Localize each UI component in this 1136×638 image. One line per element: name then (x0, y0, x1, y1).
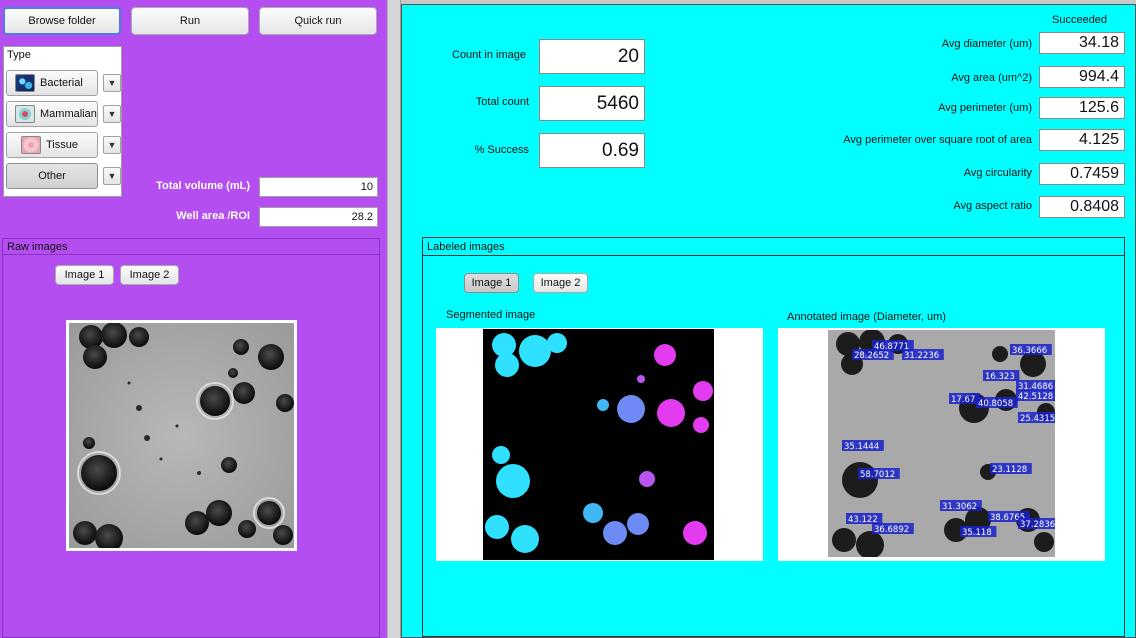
raw-image-frame (66, 320, 297, 552)
annotation-label: 35.118 (962, 528, 992, 538)
annotation-label: 28.2652 (854, 351, 889, 361)
avg-perimeter-label: Avg perimeter (um) (938, 102, 1032, 114)
mammalian-cell-thumbnail-icon (15, 105, 35, 123)
type-panel: Type Bacterial ▼ Mammalian ▼ Tissue ▼ Ot… (3, 46, 122, 197)
avg-area-value: 994.4 (1039, 66, 1125, 88)
total-count-label: Total count (475, 96, 529, 108)
total-volume-input[interactable]: 10 (259, 177, 378, 197)
labeled-images-divider (423, 255, 1124, 256)
type-tissue-button[interactable]: Tissue (6, 132, 98, 158)
type-mammalian-dropdown-arrow-icon[interactable]: ▼ (103, 105, 121, 123)
well-area-input[interactable]: 28.2 (259, 207, 378, 227)
segmented-image (483, 329, 714, 560)
labeled-image-1-tab[interactable]: Image 1 (464, 273, 519, 293)
avg-perimeter-value: 125.6 (1039, 97, 1125, 119)
annotation-label: 42.5128 (1018, 392, 1053, 402)
type-bacterial-dropdown-arrow-icon[interactable]: ▼ (103, 74, 121, 92)
annotation-label: 31.3062 (942, 502, 977, 512)
browse-folder-button[interactable]: Browse folder (3, 7, 121, 35)
panel-splitter[interactable] (387, 0, 401, 638)
annotation-label: 36.3666 (1012, 346, 1047, 356)
labeled-images-panel: Labeled images Image 1 Image 2 Segmented… (422, 237, 1125, 637)
avg-circularity-label: Avg circularity (963, 167, 1032, 179)
raw-image-1-tab[interactable]: Image 1 (55, 265, 114, 285)
type-row-bacterial: Bacterial ▼ (6, 70, 121, 96)
type-tissue-label: Tissue (46, 139, 78, 151)
labeled-images-title: Labeled images (427, 241, 505, 253)
type-bacterial-button[interactable]: Bacterial (6, 70, 98, 96)
annotation-label: 40.8058 (978, 399, 1013, 409)
annotated-image-title: Annotated image (Diameter, um) (787, 311, 946, 323)
type-tissue-dropdown-arrow-icon[interactable]: ▼ (103, 136, 121, 154)
type-mammalian-label: Mammalian (40, 108, 97, 120)
avg-perimeter-sqrt-area-label: Avg perimeter over square root of area (843, 134, 1032, 146)
type-bacterial-label: Bacterial (40, 77, 83, 89)
type-row-tissue: Tissue ▼ (6, 132, 121, 158)
control-panel: Browse folder Run Quick run Type Bacteri… (0, 0, 387, 638)
avg-diameter-value: 34.18 (1039, 32, 1125, 54)
percent-success-value: 0.69 (539, 133, 645, 168)
avg-perimeter-sqrt-area-value: 4.125 (1039, 129, 1125, 151)
segmented-image-box (436, 328, 763, 561)
count-in-image-value: 20 (539, 39, 645, 74)
well-area-label: Well area /ROI (176, 210, 250, 222)
raw-images-divider (3, 254, 379, 255)
percent-success-label: % Success (474, 144, 529, 156)
annotated-image-box: 46.8771 28.2652 31.2236 36.3666 16.323 31.468… (778, 328, 1105, 561)
type-panel-title: Type (7, 49, 31, 61)
avg-area-label: Avg area (um^2) (951, 72, 1032, 84)
total-count-value: 5460 (539, 86, 645, 121)
type-mammalian-button[interactable]: Mammalian (6, 101, 98, 127)
annotation-label: 37.2836 (1020, 520, 1055, 530)
raw-microscopy-image (69, 322, 294, 552)
annotation-label: 36.6892 (874, 525, 909, 535)
annotation-label: 23.1128 (992, 465, 1027, 475)
total-volume-label: Total volume (mL) (156, 180, 250, 192)
labeled-image-2-tab[interactable]: Image 2 (533, 273, 588, 293)
type-other-button[interactable]: Other (6, 163, 98, 189)
run-button[interactable]: Run (131, 7, 249, 35)
avg-aspect-ratio-value: 0.8408 (1039, 196, 1125, 218)
annotated-image: 46.877128.2652 31.2236 36.366616.32331.468… (828, 330, 1055, 557)
count-in-image-label: Count in image (452, 49, 526, 61)
annotation-label: 16.323 (985, 372, 1015, 382)
annotation-label: 58.7012 (860, 470, 895, 480)
type-other-dropdown-arrow-icon[interactable]: ▼ (103, 167, 121, 185)
segmented-image-title: Segmented image (446, 309, 536, 321)
annotation-label: 35.1444 (844, 442, 879, 452)
quick-run-button[interactable]: Quick run (259, 7, 377, 35)
annotation-label: 25.4315 (1020, 414, 1055, 424)
tissue-thumbnail-icon (21, 136, 41, 154)
annotation-label: 31.2236 (904, 351, 939, 361)
results-panel: Count in image 20 Total count 5460 % Suc… (401, 4, 1136, 638)
avg-circularity-value: 0.7459 (1039, 163, 1125, 185)
avg-diameter-label: Avg diameter (um) (941, 38, 1032, 50)
type-row-mammalian: Mammalian ▼ (6, 101, 121, 127)
raw-images-title: Raw images (7, 241, 68, 253)
annotation-label: 17.67 (951, 395, 975, 405)
bacteria-thumbnail-icon (15, 74, 35, 92)
avg-aspect-ratio-label: Avg aspect ratio (953, 200, 1032, 212)
type-row-other: Other ▼ (6, 163, 121, 189)
raw-image-2-tab[interactable]: Image 2 (120, 265, 179, 285)
status-text: Succeeded (1052, 14, 1108, 26)
